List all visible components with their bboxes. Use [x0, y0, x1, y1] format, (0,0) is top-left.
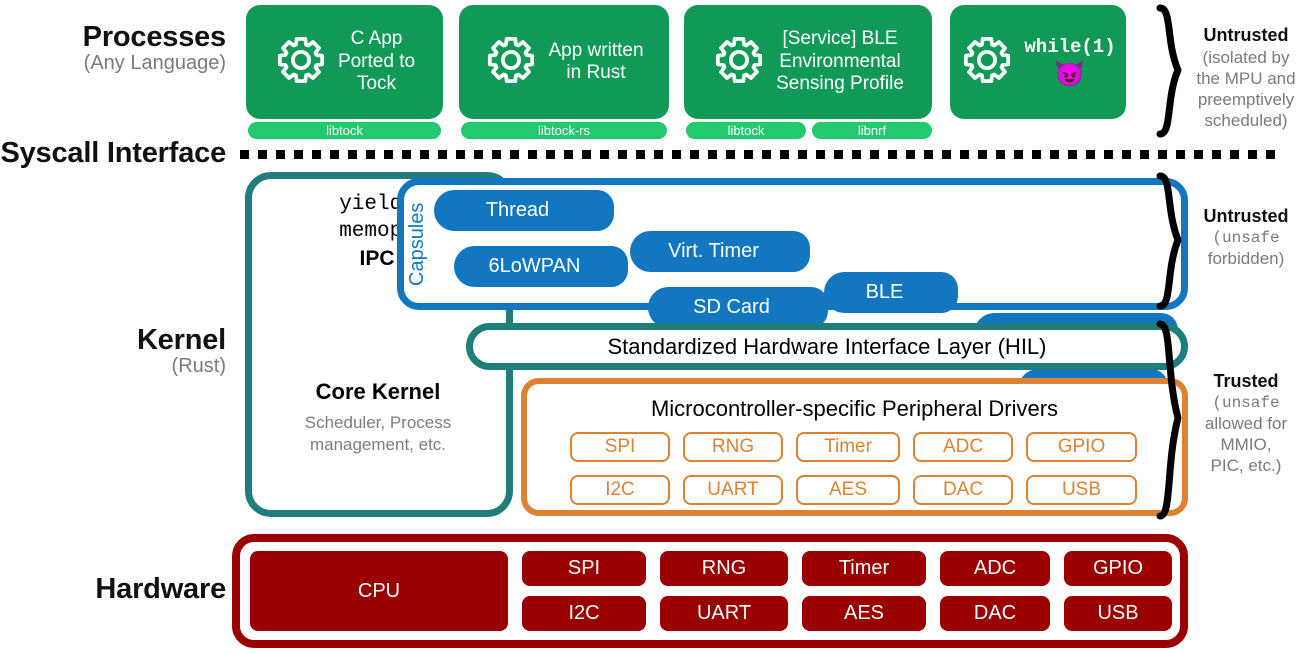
capsule-sd-card[interactable]: SD Card: [648, 287, 828, 328]
capsules-row-1: ThreadVirt. TimerBLETemp. Sensor: [434, 190, 1178, 354]
mcu-driver-rng[interactable]: RNG: [683, 432, 783, 462]
mcu-driver-spi[interactable]: SPI: [570, 432, 670, 462]
mcu-driver-gpio[interactable]: GPIO: [1026, 432, 1137, 462]
annotation-trusted-title: Trusted: [1213, 371, 1279, 391]
capsule-lid: [608, 246, 628, 287]
annotation-processes-line-0: (isolated by: [1202, 47, 1290, 67]
annotation-capsules-line-0: forbidden): [1207, 248, 1285, 268]
capsule-lid: [808, 287, 828, 328]
capsule-6lowpan[interactable]: 6LoWPAN: [454, 246, 628, 287]
row-label-kernel: Kernel (Rust): [30, 324, 226, 378]
brace-processes-icon: [1156, 4, 1182, 138]
hardware-spi[interactable]: SPI: [522, 551, 646, 586]
annotation-trusted-line-0: allowed for: [1204, 413, 1288, 433]
gear-icon: [964, 36, 1011, 83]
hardware-usb[interactable]: USB: [1064, 596, 1172, 631]
annotation-processes: Untrusted (isolated by the MPU and preem…: [1196, 24, 1296, 132]
process-2-library-1[interactable]: libtock-rs: [461, 122, 667, 139]
hardware-timer[interactable]: Timer: [802, 551, 926, 586]
mcu-driver-uart[interactable]: UART: [683, 475, 783, 505]
gear-icon: [488, 36, 535, 83]
process-label-2: App written in Rust: [548, 39, 644, 83]
process-1-library-1[interactable]: libtock: [248, 122, 441, 139]
mcu-driver-adc[interactable]: ADC: [913, 432, 1013, 462]
syscall-interface-dotted-line: [240, 150, 1283, 159]
devil-emoji-icon: 😈: [1054, 60, 1086, 90]
gear-icon-wrapper: [712, 33, 766, 92]
annotation-trusted: Trusted (unsafe allowed for MMIO, PIC, e…: [1196, 370, 1296, 476]
mcu-driver-usb[interactable]: USB: [1026, 475, 1137, 505]
row-label-hardware: Hardware: [30, 573, 226, 605]
gear-icon: [277, 36, 324, 83]
hardware-aes[interactable]: AES: [802, 596, 926, 631]
core-kernel-title: Core Kernel: [315, 379, 441, 404]
hardware-row-1: SPI RNG Timer ADC GPIO: [522, 551, 1172, 586]
row-label-kernel-title: Kernel: [136, 324, 226, 356]
process-3-library-2[interactable]: libnrf: [812, 122, 932, 139]
annotation-trusted-line-2: PIC, etc.): [1210, 456, 1282, 475]
annotation-processes-line-3: scheduled): [1204, 111, 1288, 131]
process-label-1: C App Ported to Tock: [337, 28, 416, 95]
core-kernel-sub2: management, etc.: [309, 435, 447, 455]
mcu-drivers-row-1: SPI RNG Timer ADC GPIO: [570, 432, 1137, 462]
mcu-drivers-row-2: I2C UART AES DAC USB: [570, 475, 1137, 505]
gear-icon-wrapper: [274, 33, 328, 92]
hil-box: Standardized Hardware Interface Layer (H…: [466, 323, 1188, 370]
process-box-3[interactable]: [Service] BLE Environmental Sensing Profil…: [684, 5, 932, 119]
annotation-processes-title: Untrusted: [1203, 25, 1289, 45]
capsules-row-2: 6LoWPANSD CardConsoleSI7021: [434, 246, 1178, 410]
process-box-4[interactable]: while(1) 😈: [950, 5, 1126, 119]
hardware-row-2: I2C UART AES DAC USB: [522, 596, 1172, 631]
process-label-3: [Service] BLE Environmental Sensing Profil…: [776, 28, 904, 95]
hardware-i2c[interactable]: I2C: [522, 596, 646, 631]
row-label-syscall: Syscall Interface: [0, 137, 226, 169]
annotation-capsules-title: Untrusted: [1203, 206, 1289, 226]
mcu-driver-aes[interactable]: AES: [796, 475, 900, 505]
process-label-4: while(1) 😈: [1024, 36, 1116, 90]
capsules-label: Capsules: [406, 202, 428, 286]
mcu-driver-i2c[interactable]: I2C: [570, 475, 670, 505]
process-3-library-1[interactable]: libtock: [686, 122, 806, 139]
mcu-drivers-title: Microcontroller-specific Peripheral Driv…: [650, 396, 1059, 421]
capsule-label: SD Card: [648, 287, 815, 328]
hardware-rng[interactable]: RNG: [660, 551, 788, 586]
annotation-trusted-mono-0: (unsafe: [1212, 393, 1280, 412]
annotation-capsules-mono-0: (unsafe: [1212, 228, 1280, 247]
hardware-dac[interactable]: DAC: [940, 596, 1050, 631]
mcu-driver-timer[interactable]: Timer: [796, 432, 900, 462]
hardware-cpu: CPU: [250, 551, 508, 631]
hardware-uart[interactable]: UART: [660, 596, 788, 631]
hardware-gpio[interactable]: GPIO: [1064, 551, 1172, 586]
annotation-processes-line-1: the MPU and: [1196, 68, 1296, 88]
brace-trusted-icon: [1156, 320, 1182, 520]
core-kernel-sub1: Scheduler, Process: [304, 413, 452, 432]
gear-icon: [716, 36, 763, 83]
gear-icon-wrapper: [484, 33, 538, 92]
annotation-capsules: Untrusted (unsafe forbidden): [1196, 205, 1296, 269]
capsule-thread[interactable]: Thread: [434, 190, 614, 231]
row-label-processes: Processes (Any Language): [30, 21, 227, 75]
process-box-1[interactable]: C App Ported to Tock: [246, 5, 443, 119]
annotation-processes-line-2: preemptively: [1197, 90, 1295, 109]
row-label-syscall-title: Syscall Interface: [0, 137, 226, 169]
row-label-processes-title: Processes: [82, 21, 227, 53]
hil-label: Standardized Hardware Interface Layer (H…: [607, 333, 1047, 359]
row-label-processes-sub: (Any Language): [83, 52, 226, 75]
gear-icon-wrapper: [960, 33, 1014, 92]
row-label-hardware-title: Hardware: [95, 573, 226, 605]
hardware-adc[interactable]: ADC: [940, 551, 1050, 586]
brace-capsules-icon: [1156, 172, 1182, 310]
capsule-lid: [594, 190, 614, 231]
capsule-label: Thread: [434, 190, 601, 231]
annotation-trusted-line-1: MMIO,: [1220, 434, 1272, 454]
capsule-label: 6LoWPAN: [454, 246, 615, 287]
process-box-2[interactable]: App written in Rust: [459, 5, 669, 119]
mcu-driver-dac[interactable]: DAC: [913, 475, 1013, 505]
row-label-kernel-sub: (Rust): [171, 355, 226, 378]
core-kernel-text: Core Kernel Scheduler, Process managemen…: [252, 379, 504, 456]
